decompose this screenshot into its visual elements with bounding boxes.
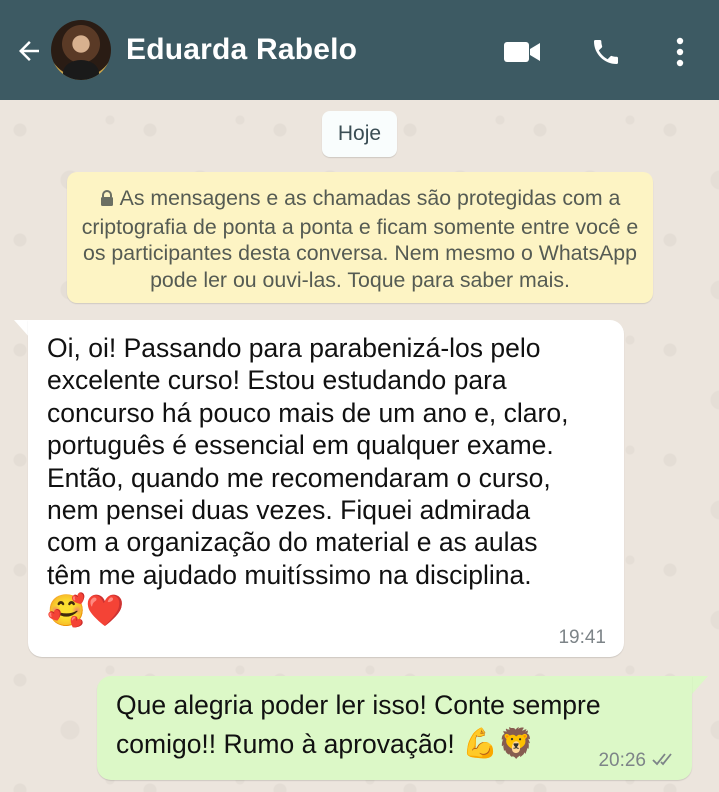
message-time: 19:41 (558, 627, 606, 648)
video-call-icon[interactable] (502, 32, 542, 72)
back-arrow-icon[interactable] (12, 34, 46, 68)
encryption-notice-text: As mensagens e as chamadas são protegida… (81, 186, 639, 292)
outgoing-bubble-tail (692, 676, 708, 694)
lock-icon (100, 187, 114, 214)
message-text: Oi, oi! Passando para parabenizá-los pel… (47, 333, 569, 590)
chat-header: Eduarda Rabelo (0, 0, 719, 100)
message-emojis: 🥰❤️ (47, 593, 125, 629)
date-divider: Hoje (322, 111, 397, 157)
avatar[interactable] (51, 20, 111, 80)
more-options-icon[interactable] (660, 32, 700, 72)
phone-call-icon[interactable] (586, 32, 626, 72)
contact-name[interactable]: Eduarda Rabelo (126, 33, 357, 67)
outgoing-message[interactable]: Que alegria poder ler isso! Conte sempre… (97, 676, 692, 780)
message-status: 20:26 (598, 750, 676, 772)
encryption-notice[interactable]: As mensagens e as chamadas são protegida… (67, 172, 653, 303)
incoming-message[interactable]: Oi, oi! Passando para parabenizá-los pel… (28, 320, 624, 657)
message-time: 20:26 (598, 750, 646, 771)
double-check-icon (652, 750, 676, 772)
message-emojis: 💪🦁 (462, 728, 535, 760)
message-text: Que alegria poder ler isso! Conte sempre… (116, 686, 674, 764)
